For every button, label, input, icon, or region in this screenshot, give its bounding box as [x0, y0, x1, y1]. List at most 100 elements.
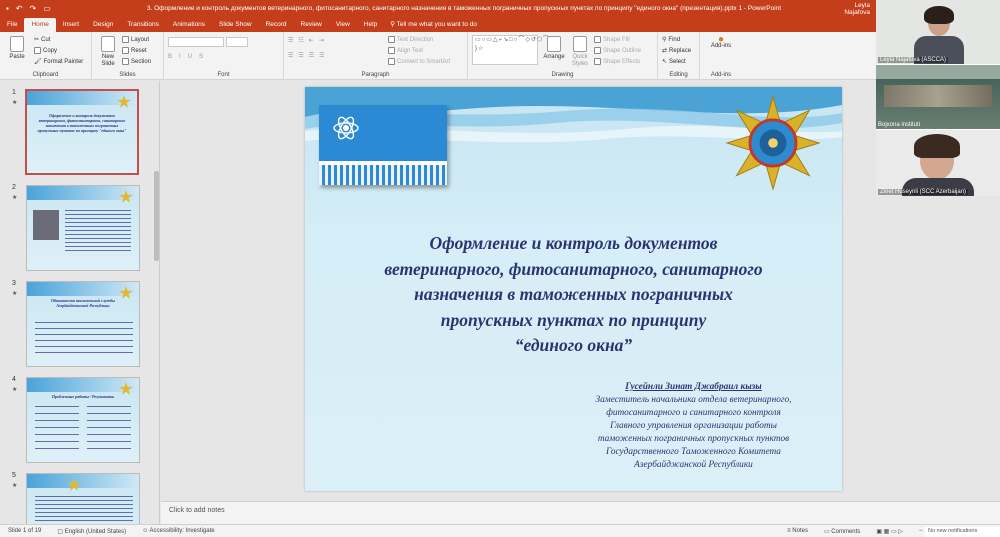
view-buttons[interactable]: ▣ ▦ ▭ ▷ [868, 528, 911, 535]
outdent-icon[interactable]: ⇥ [319, 37, 327, 44]
copy-icon [34, 47, 41, 54]
replace-icon: ⇄ [662, 48, 668, 54]
author-textbox[interactable]: Гусейнли Зинат Джабраил кызы Заместитель… [555, 381, 832, 472]
align-text-icon [388, 47, 395, 54]
section-button[interactable]: Section [122, 58, 151, 65]
current-slide[interactable]: Оформление и контроль документов ветерин… [305, 87, 842, 491]
thumb-number: 4 [12, 376, 16, 383]
save-icon[interactable]: ▪ [6, 4, 9, 13]
slideshow-icon[interactable]: ▷ [898, 529, 903, 535]
tab-home[interactable]: Home [24, 18, 56, 32]
find-button[interactable]: ⚲ Find [662, 36, 680, 44]
format-painter-button[interactable]: 🖌 Format Painter [34, 58, 83, 66]
align-text-button[interactable]: Align Text [388, 47, 423, 54]
group-label: Paragraph [361, 72, 390, 78]
start-slideshow-icon[interactable]: ▭ [43, 4, 51, 13]
align-center-icon[interactable]: ☰ [298, 52, 306, 59]
shape-fill-button[interactable]: Shape Fill [594, 36, 630, 43]
thumb-wave [27, 186, 139, 200]
font-name-combobox[interactable] [168, 37, 224, 47]
arrange-button[interactable]: Arrange [542, 36, 566, 61]
underline-icon[interactable]: U [188, 54, 197, 60]
effects-icon [594, 58, 601, 65]
group-label: Slides [119, 72, 136, 78]
copy-button[interactable]: Copy [34, 47, 57, 54]
participant-hair [924, 6, 954, 24]
addins-button[interactable]: ● Add-ins [706, 35, 736, 50]
group-addins: ● Add-ins Add-ins [700, 32, 742, 80]
tab-review[interactable]: Review [294, 18, 329, 32]
shape-effects-button[interactable]: Shape Effects [594, 58, 640, 65]
tab-design[interactable]: Design [86, 18, 120, 32]
shapes-gallery[interactable]: ▭○▭△⌐↘□○⌒◇↺⬠⁀{ }☆ [472, 35, 551, 65]
font-format-buttons[interactable]: BIUS [168, 54, 208, 60]
tab-insert[interactable]: Insert [56, 18, 86, 32]
paste-button[interactable]: Paste [6, 36, 28, 61]
bullets-icon[interactable]: ☰ [288, 37, 296, 44]
notes-pane[interactable]: Click to add notes [161, 501, 1000, 524]
slide-thumbnail-5[interactable] [26, 473, 140, 524]
tab-view[interactable]: View [329, 18, 357, 32]
notification-toast[interactable]: No new notifications [925, 527, 1000, 537]
user-name[interactable]: Leyla Najafova [828, 2, 876, 16]
cut-button[interactable]: ✂ Cut [34, 36, 50, 44]
participant-tile-2[interactable]: Bojxona instituti [876, 65, 1000, 129]
smartart-icon [388, 58, 395, 65]
title-bar: ▪ ↶ ↷ ▭ 3. Оформление и контроль докумен… [0, 0, 876, 17]
scissors-icon: ✂ [34, 37, 40, 43]
new-slide-button[interactable]: New Slide [96, 36, 120, 68]
tell-me-search[interactable]: ⚲ Tell me what you want to do [384, 18, 477, 32]
bold-icon[interactable]: B [168, 54, 177, 60]
participant-tile-1[interactable]: Leyla Najafova (ASCCA) [876, 0, 1000, 64]
tab-file[interactable]: File [0, 18, 24, 32]
text-direction-button[interactable]: Text Direction [388, 36, 433, 43]
undo-icon[interactable]: ↶ [16, 4, 23, 13]
align-right-icon[interactable]: ☰ [309, 52, 317, 59]
ribbon-tabs: File Home Insert Design Transitions Anim… [0, 17, 876, 32]
accessibility-checker[interactable]: ☺ Accessibility: Investigate [134, 528, 223, 534]
align-left-icon[interactable]: ☰ [288, 52, 296, 59]
list-buttons[interactable]: ☰ ☷ ⇤ ⇥ [288, 37, 327, 44]
notes-button[interactable]: ≡ Notes [779, 528, 816, 534]
slide-thumbnail-3[interactable]: Обязанности таможенной службы Азербайджа… [26, 281, 140, 367]
strikethrough-icon[interactable]: S [199, 54, 208, 60]
slide-thumbnail-4[interactable]: Проблемные работы / Результаты [26, 377, 140, 463]
shape-outline-button[interactable]: Shape Outline [594, 47, 641, 54]
slide-thumbnail-2[interactable] [26, 185, 140, 271]
group-editing: ⚲ Find ⇄ Replace ↖ Select Editing [658, 32, 700, 80]
select-button[interactable]: ↖ Select [662, 58, 686, 66]
tab-help[interactable]: Help [357, 18, 384, 32]
justify-icon[interactable]: ☰ [319, 52, 327, 59]
align-buttons[interactable]: ☰ ☰ ☰ ☰ [288, 52, 328, 59]
zoom-out-icon[interactable]: − [919, 528, 923, 534]
group-slides: New Slide Layout Reset Section Slides [92, 32, 164, 80]
group-label: Font [217, 72, 230, 78]
indent-icon[interactable]: ⇤ [309, 37, 317, 44]
convert-smartart-button[interactable]: Convert to SmartArt [388, 58, 450, 65]
group-label: Clipboard [32, 72, 59, 78]
redo-icon[interactable]: ↷ [30, 4, 37, 13]
language-indicator[interactable]: ▢ English (United States) [49, 528, 134, 535]
tab-record[interactable]: Record [259, 18, 294, 32]
tab-slide-show[interactable]: Slide Show [212, 18, 259, 32]
thumbnail-scrollbar[interactable] [154, 171, 159, 261]
layout-button[interactable]: Layout [122, 36, 149, 43]
slide-title[interactable]: Оформление и контроль документов ветерин… [335, 231, 812, 359]
thumb-number: 2 [12, 184, 16, 191]
reset-button[interactable]: Reset [122, 47, 147, 54]
tab-animations[interactable]: Animations [166, 18, 212, 32]
customs-flag-image [319, 105, 447, 185]
quick-styles-button[interactable]: Quick Styles [568, 36, 592, 68]
participant-tile-3[interactable]: Zinet Huseynli (SCC Azerbaijan) [876, 130, 1000, 196]
normal-view-icon[interactable]: ▣ [876, 529, 882, 535]
italic-icon[interactable]: I [179, 54, 186, 60]
slide-sorter-icon[interactable]: ▦ [884, 529, 890, 535]
numbering-icon[interactable]: ☷ [298, 37, 306, 44]
tab-transitions[interactable]: Transitions [120, 18, 166, 32]
replace-button[interactable]: ⇄ Replace [662, 47, 691, 55]
font-size-combobox[interactable] [226, 37, 248, 47]
slide-thumbnail-1[interactable]: Оформление и контроль документов ветерин… [25, 89, 139, 175]
comments-button[interactable]: ▭ Comments [816, 528, 868, 535]
reading-view-icon[interactable]: ▭ [891, 529, 897, 535]
quick-styles-icon [573, 36, 587, 52]
